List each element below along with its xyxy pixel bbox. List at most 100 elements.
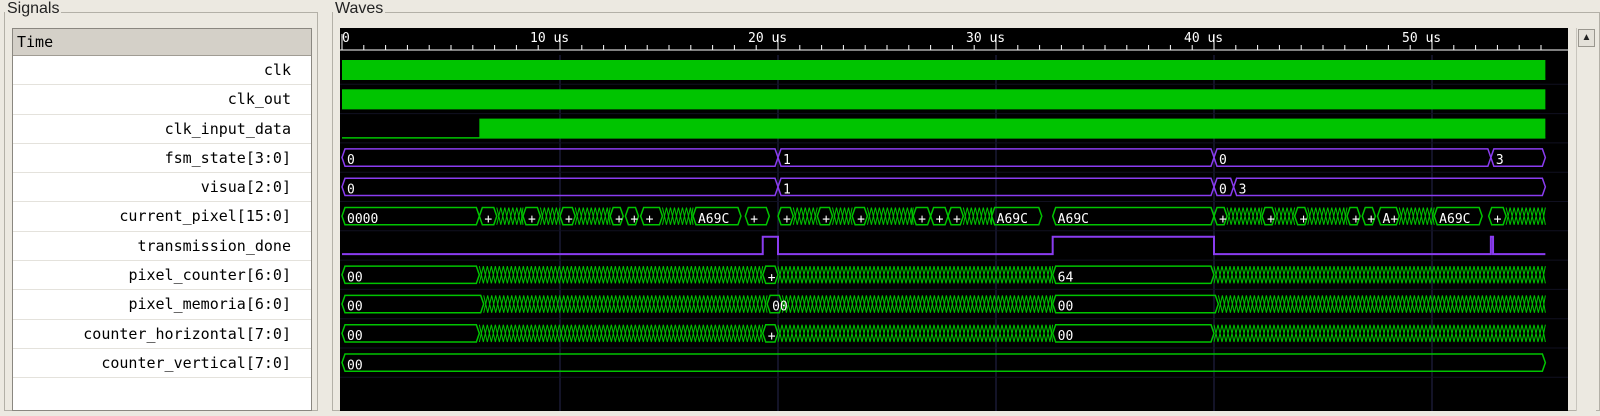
bus-transition-burst	[832, 207, 853, 225]
bus-value-label: +	[1367, 212, 1375, 227]
ruler-tick-label: 0	[342, 31, 350, 46]
bus-value-label: A69C	[1439, 212, 1470, 227]
waves-panel-title: Waves	[333, 0, 386, 18]
signals-panel-title: Signals	[5, 0, 62, 18]
bus-value-label: 00	[347, 270, 363, 285]
signal-row[interactable]: pixel_counter[6:0]	[13, 261, 311, 291]
bus-value-label: 00	[347, 358, 363, 373]
clock-burst	[342, 60, 1546, 80]
bus-value-label: +	[750, 212, 758, 227]
waveform-svg: 0 10 us 20 us 30 us 40 us 50 us0 1 0 30 1 0 30000 + +…	[340, 28, 1568, 411]
bus-value-label: A69C	[698, 212, 729, 227]
bus-value-label: +	[1494, 212, 1502, 227]
bus-value-label: 00	[347, 329, 363, 344]
bus-value-label: A69C	[997, 212, 1028, 227]
signal-row[interactable]: visua[2:0]	[13, 173, 311, 203]
bus-value-segment	[1051, 323, 1215, 343]
bus-value-label: 00	[772, 300, 788, 315]
bus-value-label: +	[768, 329, 776, 344]
bus-transition-burst	[962, 207, 993, 225]
bus-transition-burst	[1217, 295, 1546, 313]
bus-transition-burst	[1505, 207, 1546, 225]
bus-transition-burst	[777, 324, 1054, 343]
bus-value-label: 3	[1239, 183, 1247, 198]
signal-row[interactable]: counter_vertical[7:0]	[13, 349, 311, 379]
bus-value-label: 00	[347, 300, 363, 315]
bus-value-label: A69C	[1058, 212, 1089, 227]
bus-value-label: +	[1219, 212, 1227, 227]
scroll-up-button[interactable]: ▲	[1578, 29, 1595, 47]
bus-transition-burst	[781, 295, 1054, 313]
bus-transition-burst	[1398, 207, 1435, 225]
bus-value-segment	[341, 294, 485, 314]
bus-value-label: +	[630, 212, 638, 227]
signal-row[interactable]: current_pixel[15:0]	[13, 202, 311, 232]
bus-value-label: 0000	[347, 212, 378, 227]
bus-value-label: 64	[1058, 270, 1074, 285]
ruler-tick-label: 30 us	[966, 31, 1005, 46]
bus-value-segment	[341, 353, 1547, 373]
bus-value-label: +	[484, 212, 492, 227]
bus-value-label: 00	[1058, 300, 1074, 315]
clock-burst	[342, 89, 1546, 109]
bus-transition-burst	[661, 207, 694, 225]
signal-row[interactable]: clk	[13, 56, 311, 86]
bus-transition-burst	[866, 207, 914, 225]
clock-burst	[479, 118, 1546, 138]
signal-row[interactable]: transmission_done	[13, 232, 311, 262]
signal-row[interactable]: clk_input_data	[13, 115, 311, 144]
time-ruler	[340, 28, 1568, 55]
bus-value-segment	[1232, 177, 1547, 197]
signal-row[interactable]: fsm_state[3:0]	[13, 144, 311, 174]
bus-transition-burst	[483, 295, 768, 313]
bus-transition-burst	[1213, 265, 1546, 284]
bus-value-label: +	[1267, 212, 1275, 227]
bus-transition-burst	[1213, 324, 1546, 343]
bus-value-label: +	[565, 212, 573, 227]
bus-value-label: +	[953, 212, 961, 227]
bus-transition-burst	[1307, 207, 1348, 225]
bus-value-label: +	[1300, 212, 1308, 227]
bus-value-label: 3	[1496, 153, 1504, 168]
chevron-up-icon: ▲	[1581, 32, 1592, 43]
bus-transition-burst	[478, 324, 764, 343]
bus-value-label: 0	[347, 153, 355, 168]
bus-value-label: +	[528, 212, 536, 227]
bus-value-label: +	[1352, 212, 1360, 227]
bus-value-segment	[1051, 294, 1220, 314]
bus-value-label: +	[615, 212, 623, 227]
bus-value-segment	[1213, 148, 1492, 167]
vertical-scrollbar[interactable]: ▲	[1576, 28, 1596, 411]
ruler-tick-label: 10 us	[530, 31, 569, 46]
signal-row[interactable]: pixel_memoria[6:0]	[13, 290, 311, 320]
bus-value-label: +	[857, 212, 865, 227]
ruler-tick-label: 40 us	[1184, 31, 1223, 46]
bus-value-label: 0	[1219, 153, 1227, 168]
bus-transition-burst	[478, 265, 764, 284]
bus-value-label: 00	[1058, 329, 1074, 344]
bus-value-label: A+	[1383, 212, 1399, 227]
bus-transition-burst	[574, 207, 611, 225]
bus-value-label: 1	[783, 153, 791, 168]
bus-transition-burst	[792, 207, 818, 225]
bus-value-label: +	[783, 212, 791, 227]
bus-transition-burst	[1274, 207, 1296, 225]
bus-transition-burst	[496, 207, 524, 225]
bus-value-label: +	[768, 270, 776, 285]
bus-transition-burst	[539, 207, 561, 225]
bus-transition-burst	[777, 265, 1054, 284]
bus-value-label: +	[646, 212, 654, 227]
ruler-tick-label: 20 us	[748, 31, 787, 46]
signal-row[interactable]: counter_horizontal[7:0]	[13, 320, 311, 349]
waveform-canvas[interactable]: 0 10 us 20 us 30 us 40 us 50 us 0 1 0 3 0 1 0 3 0000 + +…	[340, 28, 1568, 411]
bus-value-label: 0	[1219, 183, 1227, 198]
bus-value-label: +	[822, 212, 830, 227]
bus-value-label: 0	[347, 183, 355, 198]
bus-value-label: +	[918, 212, 926, 227]
signal-list: Time clk clk_out clk_input_data fsm_state[3…	[12, 28, 312, 411]
signal-row[interactable]: clk_out	[13, 85, 311, 115]
bus-value-label: +	[936, 212, 944, 227]
bus-value-label: 1	[783, 183, 791, 198]
time-column-header[interactable]: Time	[13, 29, 311, 56]
ruler-tick-label: 50 us	[1402, 31, 1441, 46]
